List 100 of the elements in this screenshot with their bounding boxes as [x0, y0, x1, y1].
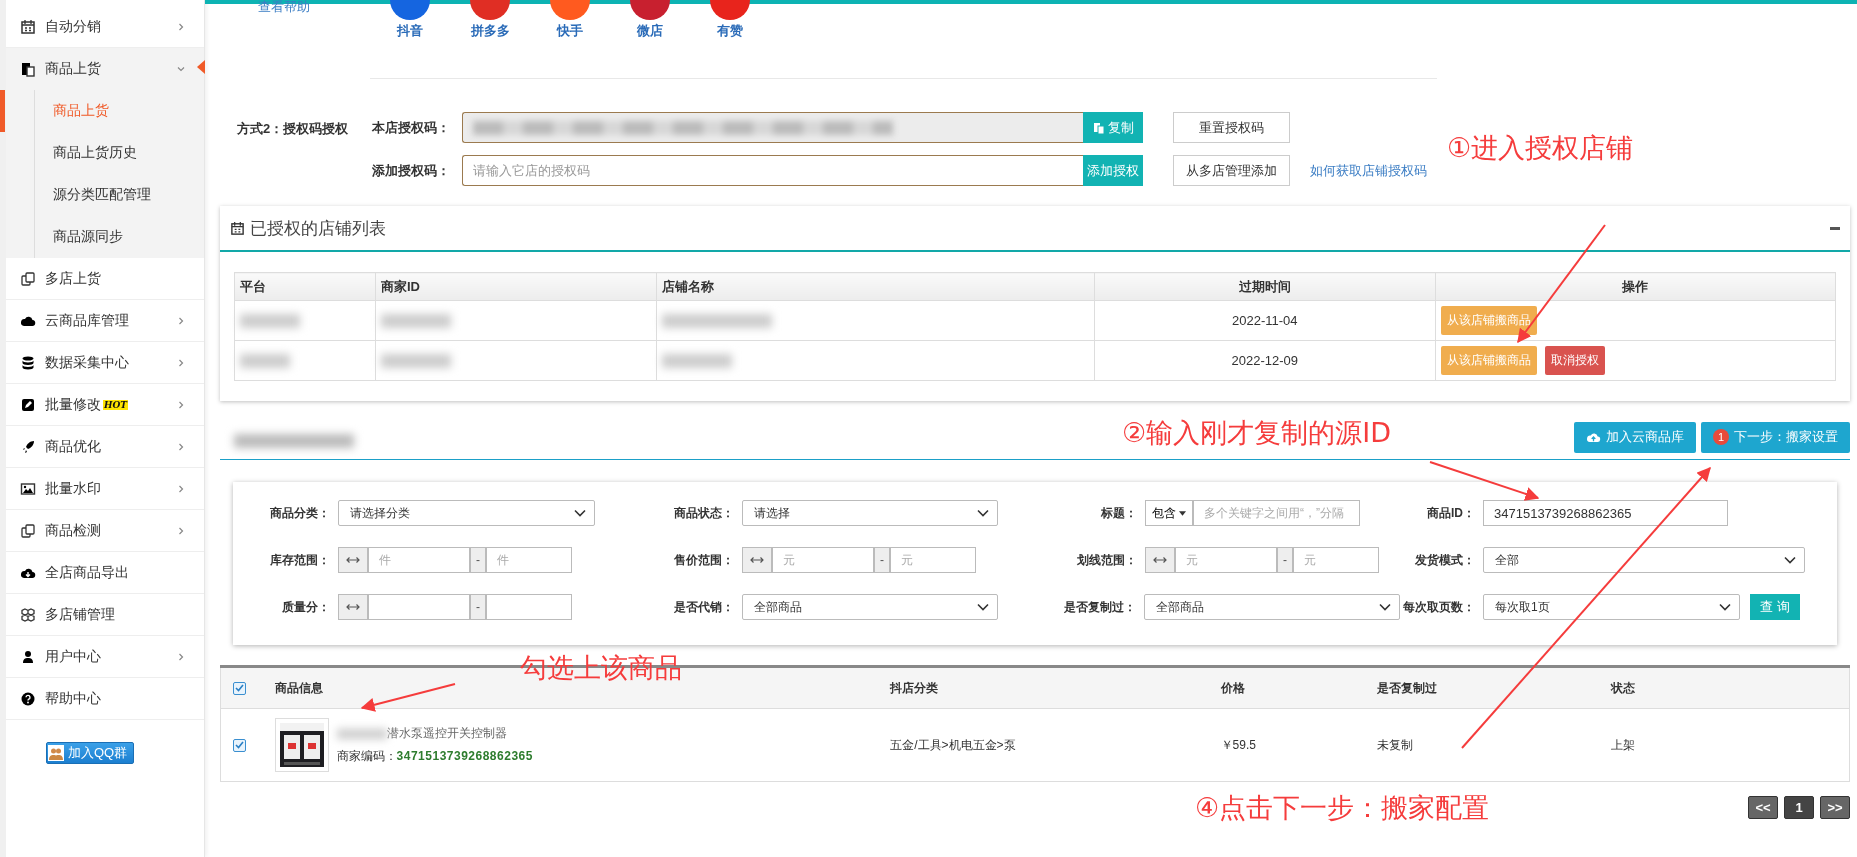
chevron-icon [176, 651, 186, 662]
sidebar-item[interactable]: 数据采集中心 [6, 342, 204, 384]
sidebar-item[interactable]: 全店商品导出 [6, 552, 204, 594]
field-label: 本店授权码： [372, 118, 451, 137]
reset-button[interactable]: 重置授权码 [1173, 112, 1290, 143]
active-indicator [0, 90, 5, 132]
sidebar-subitem[interactable]: 源分类匹配管理 [35, 174, 204, 216]
collapse-icon[interactable] [1830, 226, 1840, 230]
annotation-text: ①进入授权店铺 [1447, 131, 1634, 165]
sidebar-item[interactable]: 批量水印 [6, 468, 204, 510]
code-label: 商家编码： [336, 749, 397, 763]
sidebar-item[interactable]: 批量修改 HOT [6, 384, 204, 426]
table-cell: 五金/工具>机电五金>泵 [889, 708, 1220, 782]
column-header: 平台 [234, 272, 376, 301]
chevron-icon [176, 483, 186, 494]
calendar-icon [20, 18, 36, 35]
match-dropdown[interactable]: 包含 [1145, 500, 1193, 526]
blurred-text [661, 354, 732, 369]
platform-name[interactable]: 微店 [637, 22, 663, 40]
sidebar-subitem[interactable]: 商品源同步 [35, 216, 204, 258]
filter-label: 每次取页数： [1402, 598, 1476, 616]
auth-code-input[interactable]: 请输入它店的授权码 [462, 155, 1083, 186]
help-icon [20, 690, 36, 707]
next-step-button[interactable]: 1 下一步：搬家设置 [1701, 421, 1850, 453]
filter-label: 质量分： [281, 598, 331, 616]
sidebar-item[interactable]: 商品优化 [6, 426, 204, 468]
filter-label: 发货模式： [1414, 551, 1476, 569]
range-input[interactable]: 件 [486, 547, 572, 573]
filter-label: 划线范围： [1076, 551, 1138, 569]
platform-name[interactable]: 抖音 [397, 22, 423, 40]
range-input[interactable]: 元 [890, 547, 976, 573]
range-separator: - [874, 547, 890, 573]
field-label: 添加授权码： [372, 161, 451, 180]
revoke-button[interactable]: 取消授权 [1544, 346, 1605, 375]
page-button[interactable]: >> [1820, 796, 1850, 819]
chevron-icon [176, 357, 186, 368]
range-input[interactable] [486, 594, 572, 620]
filter-label: 标题： [1100, 504, 1138, 522]
clipboard-icon [20, 61, 36, 77]
sidebar-item[interactable]: 商品上货 [6, 48, 204, 90]
filter-label: 库存范围： [269, 551, 331, 569]
active-pointer [197, 60, 205, 74]
sidebar-item[interactable]: 多店铺管理 [6, 594, 204, 636]
range-icon [346, 603, 360, 611]
table-cell: 上架 [1610, 708, 1850, 782]
method-label: 方式2：授权码授权 [237, 120, 350, 138]
table-cell: ￥59.5 [1219, 708, 1376, 782]
platform-name[interactable]: 快手 [557, 22, 583, 40]
help-link[interactable]: 如何获取店铺授权码 [1310, 161, 1427, 180]
select-field[interactable]: 全部 [1483, 547, 1805, 573]
range-input[interactable] [368, 594, 470, 620]
platform-name[interactable]: 有赞 [717, 22, 743, 40]
add-from-shops-button[interactable]: 从多店管理添加 [1173, 155, 1290, 186]
auth-code-field[interactable] [462, 112, 1083, 143]
chevron-icon [176, 525, 186, 536]
range-input[interactable]: 件 [368, 547, 470, 573]
calendar-icon [230, 220, 245, 236]
input-field[interactable]: 3471513739268862365 [1483, 500, 1728, 526]
filter-label: 商品ID： [1426, 504, 1476, 522]
column-header: 操作 [1435, 272, 1836, 301]
page-button[interactable]: 1 [1784, 796, 1814, 819]
range-separator: - [1277, 547, 1293, 573]
select-field[interactable]: 每次取1页 [1483, 594, 1740, 620]
column-header: 抖店分类 [889, 666, 1220, 709]
range-separator: - [470, 547, 486, 573]
column-header: 状态 [1610, 666, 1850, 709]
annotation-text: ④点击下一步：搬家配置 [1195, 791, 1490, 825]
title-input[interactable]: 多个关键字之间用“，”分隔 [1193, 500, 1360, 526]
sidebar-item[interactable]: 用户中心 [6, 636, 204, 678]
platform-name[interactable]: 拼多多 [470, 22, 510, 40]
page-button[interactable]: << [1748, 796, 1778, 819]
sidebar-item[interactable]: 云商品库管理 [6, 300, 204, 342]
chevron-icon [176, 399, 186, 410]
sidebar-item[interactable]: 多店上货 [6, 258, 204, 300]
sidebar-item[interactable]: 商品检测 [6, 510, 204, 552]
panel-title: 已授权的店铺列表 [250, 217, 387, 240]
copy-icon [20, 270, 36, 287]
people-icon [48, 745, 64, 761]
sidebar-subitem[interactable]: 商品上货历史 [35, 132, 204, 174]
chevron-icon [1379, 603, 1391, 611]
filter-label: 售价范围： [673, 551, 735, 569]
blurred-text [240, 354, 290, 369]
select-field[interactable]: 全部商品 [741, 594, 998, 620]
select-field[interactable]: 全部商品 [1144, 594, 1400, 620]
range-input[interactable]: 元 [1175, 547, 1277, 573]
blurred-text [336, 728, 387, 739]
select-all-checkbox[interactable] [233, 681, 246, 695]
cloud-upload-icon [1586, 431, 1601, 443]
select-field[interactable]: 请选择分类 [338, 500, 595, 526]
edit-icon [20, 396, 36, 413]
column-header: 过期时间 [1094, 272, 1436, 301]
chevron-icon [574, 509, 586, 517]
row-checkbox[interactable] [233, 738, 246, 752]
range-input[interactable]: 元 [772, 547, 874, 573]
sidebar-item[interactable]: 帮助中心 [6, 678, 204, 720]
select-field[interactable]: 请选择 [741, 500, 998, 526]
copy-icon [1092, 121, 1105, 134]
range-input[interactable]: 元 [1293, 547, 1379, 573]
caret-icon [1179, 510, 1186, 516]
filter-label: 商品状态： [672, 504, 735, 522]
